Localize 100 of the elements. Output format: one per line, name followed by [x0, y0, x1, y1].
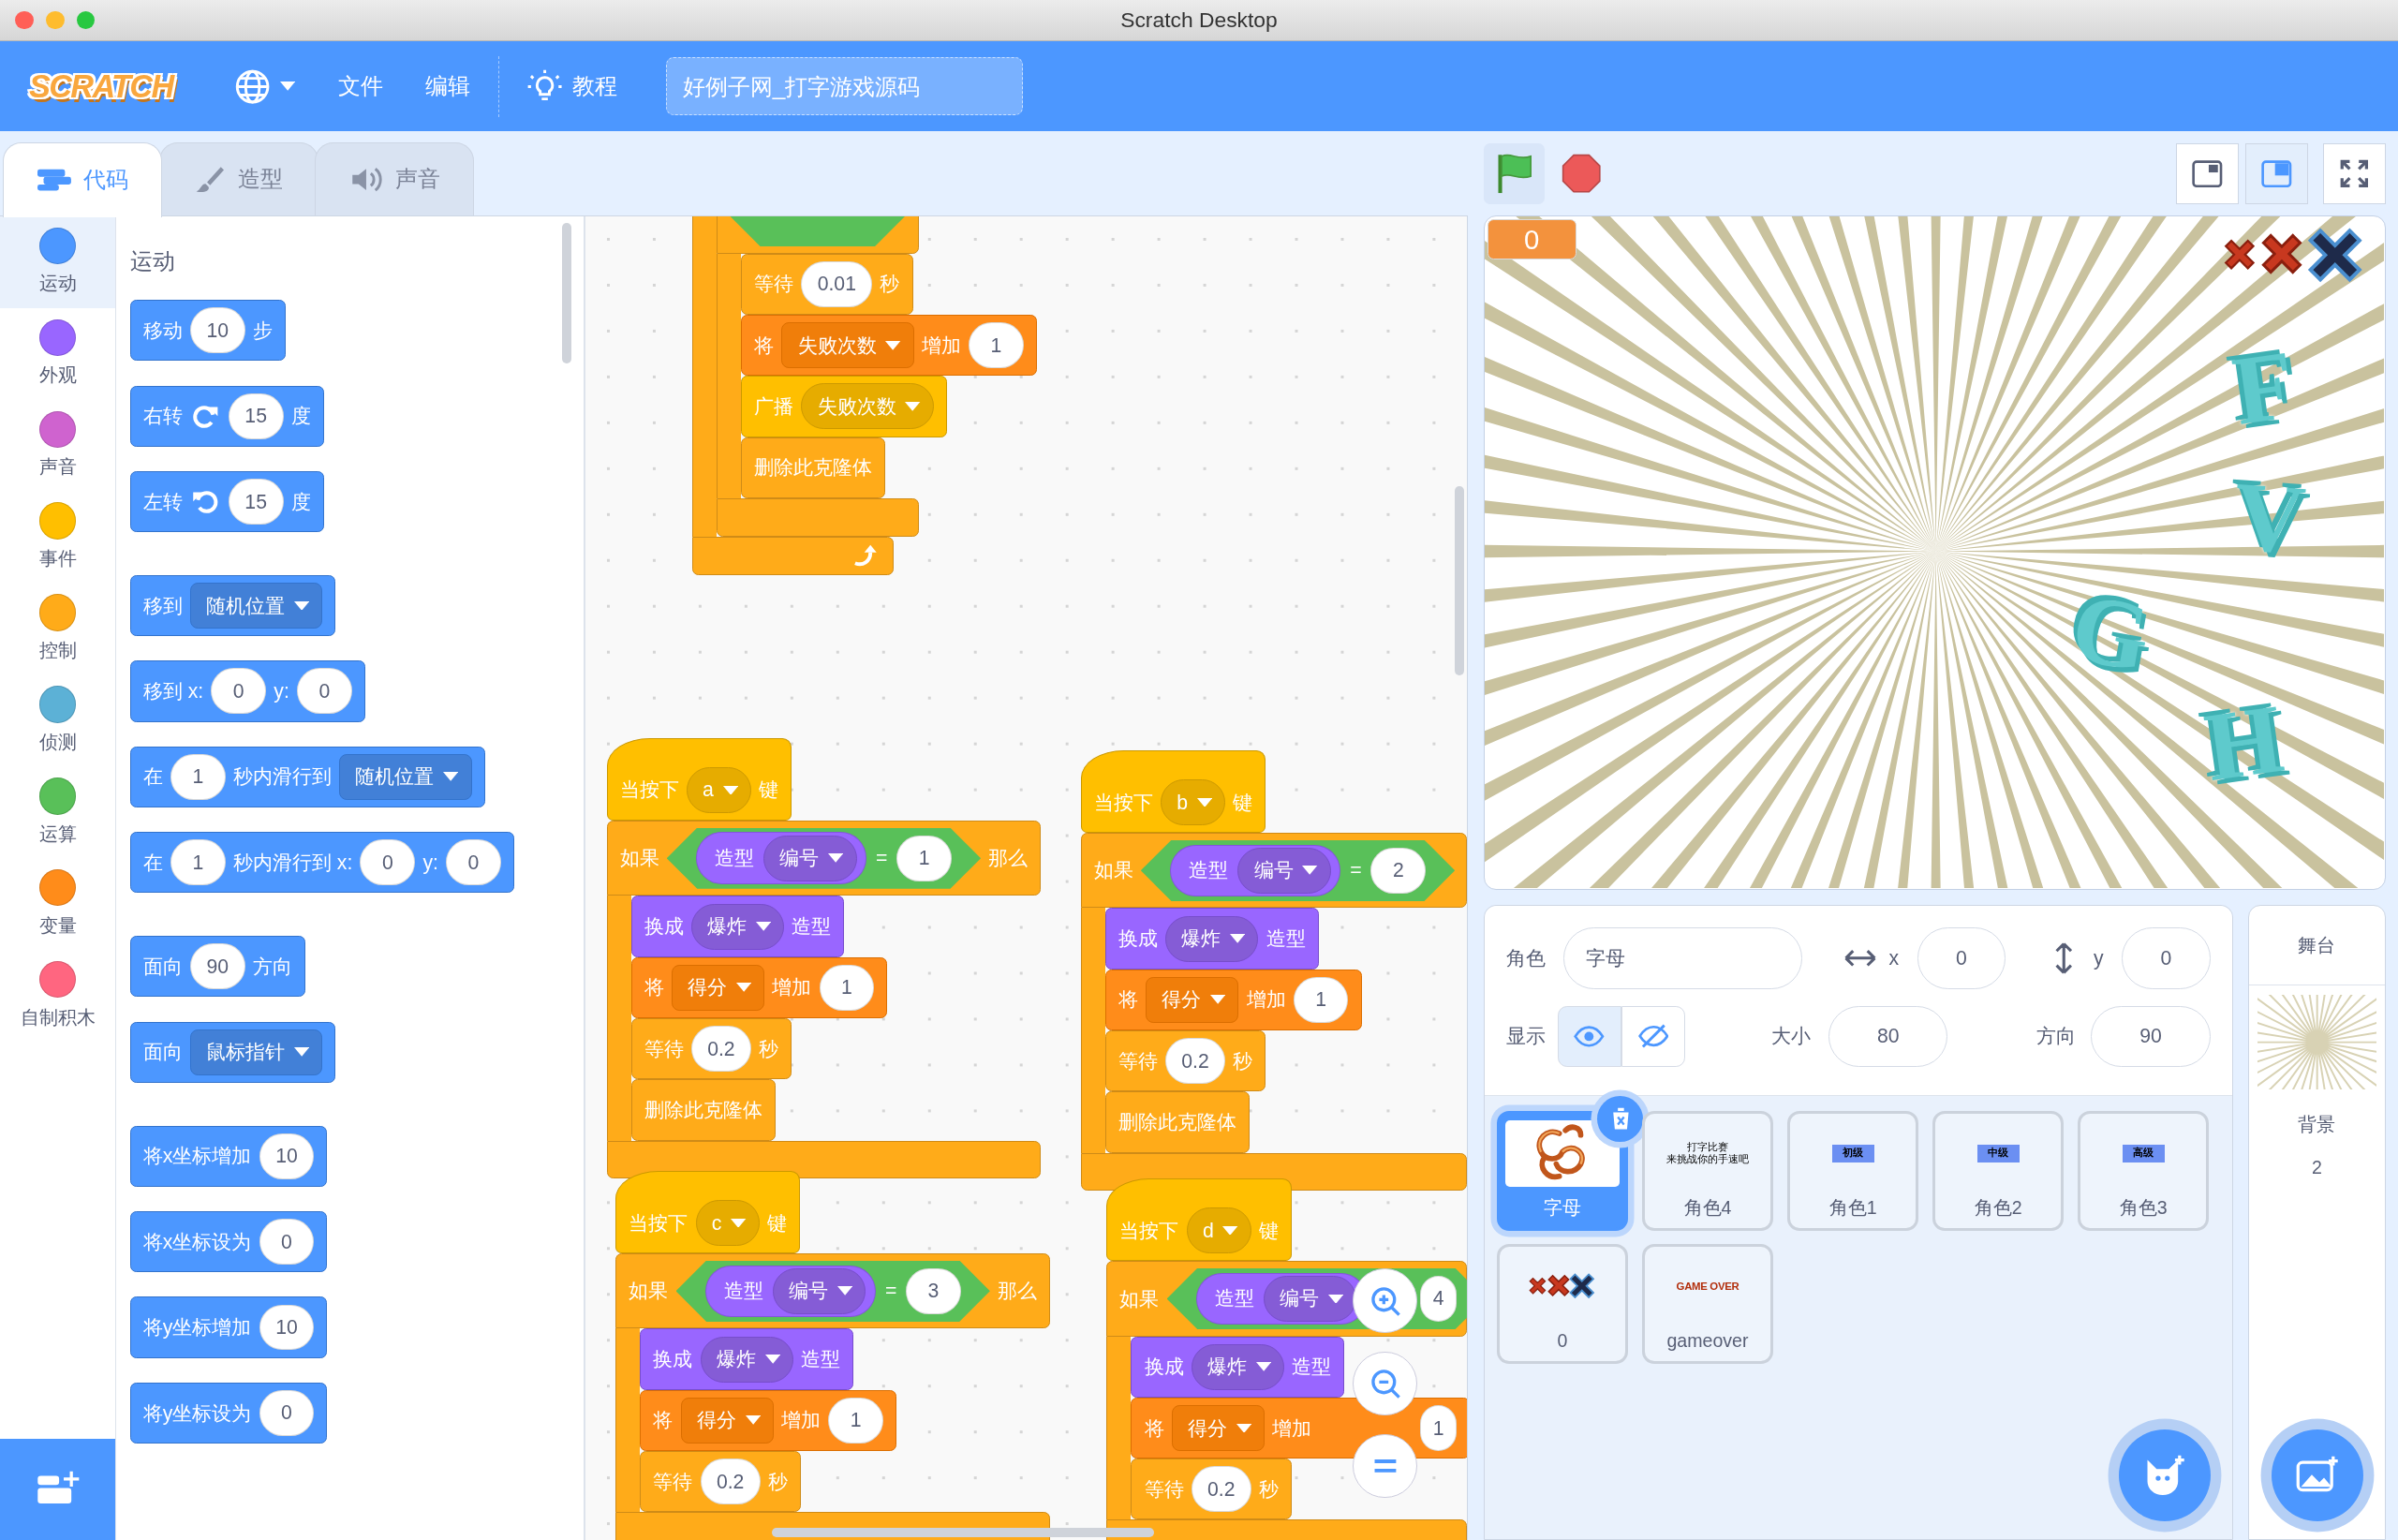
- hide-sprite-button[interactable]: [1621, 1005, 1686, 1067]
- motion-block[interactable]: 将x坐标设为 0: [129, 1210, 328, 1273]
- number-input[interactable]: 1: [1420, 1405, 1458, 1451]
- reporter-block[interactable]: 造型 编号: [704, 1265, 877, 1317]
- dropdown-menu[interactable]: 爆炸: [1164, 915, 1259, 962]
- motion-block[interactable]: 右转 15 度: [129, 385, 324, 447]
- reporter-block[interactable]: 造型 编号: [695, 832, 867, 884]
- dropdown-menu[interactable]: 随机位置: [189, 583, 323, 629]
- number-input[interactable]: 0.2: [700, 1459, 761, 1505]
- category-item[interactable]: 外观: [0, 308, 116, 401]
- number-input[interactable]: 0: [446, 839, 501, 886]
- looks-block[interactable]: 换成 爆炸 造型: [640, 1328, 854, 1390]
- add-extension-button[interactable]: [0, 1439, 116, 1540]
- variables-block[interactable]: 将 得分 增加 1: [1131, 1397, 1468, 1459]
- motion-block[interactable]: 左转 15 度: [129, 470, 324, 533]
- number-input[interactable]: 0: [259, 1389, 315, 1436]
- stage-size-button[interactable]: [2323, 142, 2386, 204]
- start-flag-button[interactable]: [1483, 142, 1545, 204]
- dropdown-menu[interactable]: 编号: [1237, 847, 1331, 894]
- motion-block[interactable]: 移动 10 步: [129, 300, 286, 362]
- input-field[interactable]: 0: [2122, 927, 2211, 989]
- looks-block[interactable]: 换成 爆炸 造型: [630, 896, 845, 957]
- number-input[interactable]: 1: [969, 322, 1024, 369]
- category-item[interactable]: 运算: [0, 766, 116, 859]
- category-item[interactable]: 变量: [0, 858, 116, 951]
- scrollbar[interactable]: [771, 1528, 1154, 1537]
- if-block[interactable]: 如果 造型 编号 = 3 那么: [615, 1253, 1051, 1329]
- dropdown-menu[interactable]: 编号: [772, 1267, 866, 1314]
- scrollbar[interactable]: [561, 222, 571, 363]
- zoom-button[interactable]: [76, 10, 96, 30]
- number-input[interactable]: 1: [896, 835, 953, 881]
- motion-block[interactable]: 面向 90 方向: [129, 936, 305, 998]
- number-input[interactable]: 1: [1293, 976, 1349, 1023]
- motion-block[interactable]: 在 1 秒内滑行到 随机位置: [129, 746, 485, 808]
- condition-block[interactable]: 造型 编号 = 1: [666, 827, 982, 889]
- if-block[interactable]: 如果 造型 编号 = 1 那么: [606, 821, 1042, 896]
- if-block[interactable]: 如果 造型 编号 = 2: [1080, 833, 1468, 909]
- category-item[interactable]: 控制: [0, 584, 116, 675]
- number-input[interactable]: 0.2: [1191, 1466, 1251, 1513]
- control-block[interactable]: 等待 0.2 秒: [1131, 1459, 1292, 1520]
- category-item[interactable]: 自制积木: [0, 950, 116, 1043]
- sprite-tile[interactable]: 初级 角色1: [1786, 1111, 1919, 1231]
- number-input[interactable]: 10: [259, 1133, 315, 1179]
- number-input[interactable]: 4: [1420, 1275, 1458, 1322]
- number-input[interactable]: 10: [189, 307, 245, 354]
- dropdown-menu[interactable]: 编号: [763, 835, 857, 881]
- motion-block[interactable]: 将y坐标增加 10: [129, 1296, 328, 1358]
- number-input[interactable]: 1: [170, 753, 226, 800]
- control-block[interactable]: 等待 0.01 秒: [741, 253, 913, 315]
- number-input[interactable]: 2: [1370, 847, 1427, 894]
- variables-block[interactable]: 将 得分 增加 1: [630, 956, 888, 1018]
- looks-block[interactable]: 换成 爆炸 造型: [1104, 908, 1319, 970]
- number-input[interactable]: 0.2: [1164, 1038, 1226, 1085]
- input-field[interactable]: 90: [2091, 1005, 2211, 1067]
- motion-block[interactable]: 移到 随机位置: [129, 574, 336, 637]
- control-block[interactable]: 等待 0.2 秒: [1104, 1030, 1266, 1092]
- scrollbar[interactable]: [1455, 485, 1465, 675]
- close-button[interactable]: [15, 10, 34, 30]
- category-item[interactable]: 侦测: [0, 674, 116, 767]
- number-input[interactable]: 1: [819, 964, 875, 1011]
- number-input[interactable]: 90: [189, 943, 245, 990]
- sprite-tile[interactable]: 中级 角色2: [1932, 1111, 2065, 1231]
- control-block[interactable]: 等待 0.2 秒: [640, 1451, 801, 1513]
- input-field[interactable]: 80: [1828, 1005, 1948, 1067]
- sprite-tile[interactable]: 打字比赛 来挑战你的手速吧 角色4: [1641, 1111, 1774, 1231]
- dropdown-menu[interactable]: 爆炸: [690, 903, 785, 950]
- category-item[interactable]: 声音: [0, 400, 116, 493]
- control-block[interactable]: 等待 0.2 秒: [630, 1017, 792, 1080]
- motion-block[interactable]: 移到 x: 0 y: 0: [129, 660, 365, 722]
- dropdown-menu[interactable]: 爆炸: [700, 1336, 794, 1383]
- number-input[interactable]: 0: [259, 1219, 315, 1266]
- variables-block[interactable]: 将 得分 增加 1: [1104, 969, 1362, 1031]
- number-input[interactable]: 3: [906, 1267, 961, 1314]
- input-field[interactable]: 0: [1917, 927, 2006, 989]
- number-input[interactable]: 1: [828, 1397, 884, 1444]
- number-input[interactable]: 15: [228, 479, 284, 526]
- number-input[interactable]: 15: [228, 392, 284, 439]
- looks-block[interactable]: 换成 爆炸 造型: [1131, 1336, 1345, 1398]
- sprite-tile[interactable]: GAME OVER gameover: [1641, 1244, 1774, 1364]
- condition-block[interactable]: 造型 编号 = 2: [1140, 839, 1456, 901]
- dropdown-menu[interactable]: 随机位置: [339, 753, 472, 800]
- motion-block[interactable]: 将y坐标设为 0: [129, 1382, 328, 1444]
- condition-block[interactable]: 造型 编号 = 3: [675, 1260, 990, 1322]
- sprite-tile[interactable]: 0: [1496, 1244, 1629, 1364]
- show-sprite-button[interactable]: [1557, 1005, 1621, 1067]
- number-input[interactable]: 0.01: [801, 260, 873, 307]
- motion-block[interactable]: 在 1 秒内滑行到 x: 0 y: 0: [129, 832, 514, 894]
- category-item[interactable]: 事件: [0, 492, 116, 584]
- dropdown-menu[interactable]: 鼠标指针: [189, 1029, 323, 1075]
- number-input[interactable]: 0: [211, 668, 267, 715]
- motion-block[interactable]: 面向 鼠标指针: [129, 1021, 336, 1083]
- variables-block[interactable]: 将 得分 增加 1: [640, 1389, 897, 1451]
- variables-block[interactable]: 将 失败次数 增加 1: [741, 315, 1037, 377]
- number-input[interactable]: 0: [296, 668, 352, 715]
- input-field[interactable]: 字母: [1563, 927, 1802, 989]
- motion-block[interactable]: 将x坐标增加 10: [129, 1125, 328, 1187]
- dropdown-menu[interactable]: 爆炸: [1191, 1343, 1285, 1390]
- reporter-block[interactable]: 造型 编号: [1169, 844, 1341, 896]
- backdrop-thumbnail[interactable]: [2257, 995, 2377, 1090]
- category-item[interactable]: 运动: [0, 216, 116, 309]
